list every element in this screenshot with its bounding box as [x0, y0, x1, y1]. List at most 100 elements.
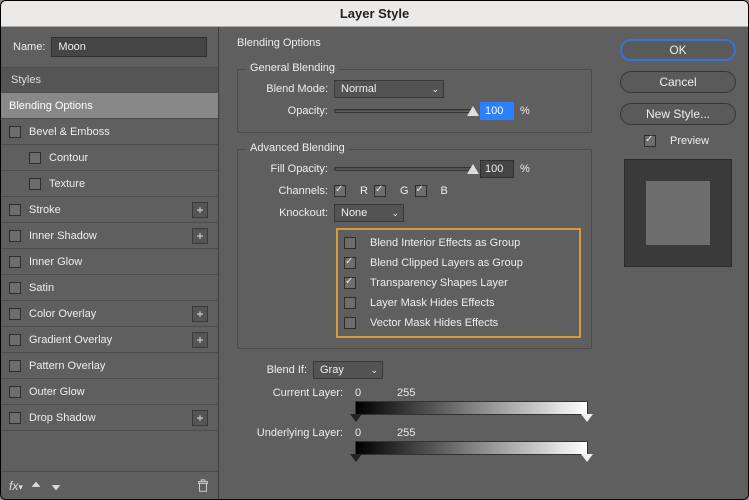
style-checkbox[interactable]	[9, 412, 21, 424]
style-checkbox[interactable]	[9, 256, 21, 268]
opacity-label: Opacity:	[250, 105, 328, 117]
style-checkbox[interactable]	[9, 386, 21, 398]
left-column: Name: Styles Blending OptionsBevel & Emb…	[1, 27, 219, 499]
add-effect-icon[interactable]: +	[192, 202, 208, 218]
opacity-input[interactable]	[480, 102, 514, 120]
center-column: Blending Options General Blending Blend …	[219, 27, 608, 499]
advanced-option-checkbox[interactable]	[344, 237, 356, 249]
blending-options-title: Blending Options	[237, 37, 592, 49]
fill-opacity-input[interactable]	[480, 160, 514, 178]
styles-item-inner-shadow[interactable]: Inner Shadow+	[1, 223, 218, 249]
general-blending-group: General Blending Blend Mode: Normal ⌄ Op…	[237, 69, 592, 133]
styles-item-label: Inner Shadow	[29, 230, 192, 242]
underlying-layer-high: 255	[397, 427, 427, 439]
fx-icon[interactable]: fx▾	[9, 479, 23, 493]
add-effect-icon[interactable]: +	[192, 410, 208, 426]
underlying-layer-label: Underlying Layer:	[247, 427, 343, 439]
advanced-option-label: Transparency Shapes Layer	[370, 277, 508, 289]
styles-item-label: Satin	[29, 282, 208, 294]
preview-checkbox[interactable]	[644, 135, 656, 147]
underlying-layer-low: 0	[355, 427, 385, 439]
window-title: Layer Style	[340, 6, 409, 21]
styles-item-label: Texture	[49, 178, 208, 190]
channel-g-checkbox[interactable]	[374, 185, 386, 197]
current-layer-white-stop[interactable]	[581, 414, 593, 422]
style-checkbox[interactable]	[29, 152, 41, 164]
style-checkbox[interactable]	[9, 308, 21, 320]
trash-icon[interactable]	[196, 479, 210, 493]
blend-mode-select[interactable]: Normal ⌄	[334, 80, 444, 98]
advanced-option-checkbox[interactable]	[344, 297, 356, 309]
underlying-layer-black-stop[interactable]	[350, 454, 362, 462]
styles-item-label: Gradient Overlay	[29, 334, 192, 346]
advanced-option-checkbox[interactable]	[344, 257, 356, 269]
layer-style-dialog: Layer Style Name: Styles Blending Option…	[0, 0, 749, 500]
general-blending-legend: General Blending	[246, 62, 339, 74]
cancel-button[interactable]: Cancel	[620, 71, 736, 93]
style-checkbox[interactable]	[9, 334, 21, 346]
styles-item-label: Outer Glow	[29, 386, 208, 398]
style-checkbox[interactable]	[9, 126, 21, 138]
styles-item-label: Color Overlay	[29, 308, 192, 320]
styles-item-inner-glow[interactable]: Inner Glow	[1, 249, 218, 275]
underlying-layer-row: Underlying Layer: 0 255	[247, 427, 588, 439]
preview-swatch-inner	[646, 181, 710, 245]
advanced-option-checkbox[interactable]	[344, 277, 356, 289]
underlying-layer-white-stop[interactable]	[581, 454, 593, 462]
styles-item-contour[interactable]: Contour	[1, 145, 218, 171]
styles-item-color-overlay[interactable]: Color Overlay+	[1, 301, 218, 327]
current-layer-label: Current Layer:	[247, 387, 343, 399]
style-checkbox[interactable]	[29, 178, 41, 190]
channel-b-checkbox[interactable]	[415, 185, 427, 197]
styles-item-label: Contour	[49, 152, 208, 164]
blend-if-value: Gray	[320, 364, 344, 376]
styles-item-blending-options[interactable]: Blending Options	[1, 93, 218, 119]
fill-opacity-label: Fill Opacity:	[250, 163, 328, 175]
styles-item-drop-shadow[interactable]: Drop Shadow+	[1, 405, 218, 431]
style-checkbox[interactable]	[9, 282, 21, 294]
name-row: Name:	[1, 27, 218, 67]
style-checkbox[interactable]	[9, 360, 21, 372]
blend-mode-value: Normal	[341, 83, 376, 95]
knockout-select[interactable]: None ⌄	[334, 204, 404, 222]
underlying-layer-gradient[interactable]	[355, 441, 588, 455]
new-style-button[interactable]: New Style...	[620, 103, 736, 125]
styles-item-gradient-overlay[interactable]: Gradient Overlay+	[1, 327, 218, 353]
advanced-option-row: Layer Mask Hides Effects	[344, 294, 573, 312]
styles-item-outer-glow[interactable]: Outer Glow	[1, 379, 218, 405]
channel-r-label: R	[360, 185, 368, 197]
styles-item-bevel-emboss[interactable]: Bevel & Emboss	[1, 119, 218, 145]
ok-button[interactable]: OK	[620, 39, 736, 61]
advanced-option-row: Blend Clipped Layers as Group	[344, 254, 573, 272]
arrow-up-icon[interactable]	[29, 479, 43, 493]
styles-item-pattern-overlay[interactable]: Pattern Overlay	[1, 353, 218, 379]
advanced-option-label: Layer Mask Hides Effects	[370, 297, 495, 309]
styles-item-label: Pattern Overlay	[29, 360, 208, 372]
add-effect-icon[interactable]: +	[192, 306, 208, 322]
name-label: Name:	[13, 41, 45, 53]
styles-item-label: Stroke	[29, 204, 192, 216]
right-column: OK Cancel New Style... Preview	[608, 27, 748, 499]
opacity-unit: %	[520, 105, 530, 117]
style-checkbox[interactable]	[9, 204, 21, 216]
styles-item-texture[interactable]: Texture	[1, 171, 218, 197]
styles-item-label: Inner Glow	[29, 256, 208, 268]
channel-r-checkbox[interactable]	[334, 185, 346, 197]
styles-item-satin[interactable]: Satin	[1, 275, 218, 301]
style-checkbox[interactable]	[9, 230, 21, 242]
fill-opacity-slider[interactable]	[334, 167, 474, 171]
blend-if-select[interactable]: Gray ⌄	[313, 361, 383, 379]
opacity-slider[interactable]	[334, 109, 474, 113]
styles-item-stroke[interactable]: Stroke+	[1, 197, 218, 223]
add-effect-icon[interactable]: +	[192, 332, 208, 348]
add-effect-icon[interactable]: +	[192, 228, 208, 244]
current-layer-gradient[interactable]	[355, 401, 588, 415]
name-input[interactable]	[51, 37, 207, 57]
titlebar: Layer Style	[1, 1, 748, 27]
advanced-option-checkbox[interactable]	[344, 317, 356, 329]
chevron-down-icon: ⌄	[431, 84, 439, 95]
current-layer-black-stop[interactable]	[350, 414, 362, 422]
advanced-option-label: Blend Clipped Layers as Group	[370, 257, 523, 269]
arrow-down-icon[interactable]	[49, 479, 63, 493]
advanced-option-row: Vector Mask Hides Effects	[344, 314, 573, 332]
